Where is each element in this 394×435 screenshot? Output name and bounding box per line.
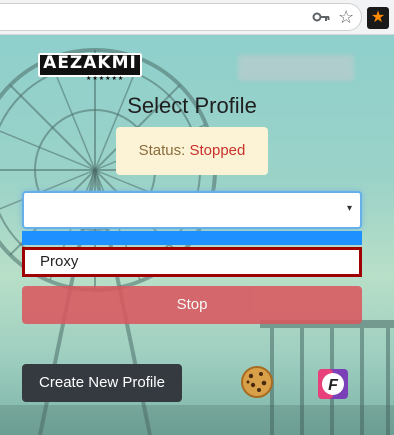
create-profile-button[interactable]: Create New Profile: [22, 364, 182, 402]
logo-stars: ★★★★★★: [86, 76, 125, 82]
blurred-account-info: [238, 55, 354, 81]
extension-star-glyph: ★: [370, 9, 386, 26]
extension-icon[interactable]: ★: [367, 7, 389, 29]
cookie-icon[interactable]: [240, 365, 274, 399]
status-value: Stopped: [189, 142, 246, 159]
dropdown-option-highlighted[interactable]: [22, 231, 362, 245]
f-icon-letter: F: [328, 377, 339, 394]
status-label: Status:: [138, 142, 186, 159]
key-icon[interactable]: [312, 10, 330, 24]
page-title: Select Profile: [127, 93, 257, 118]
status-badge: Status: Stopped: [116, 127, 268, 175]
extension-popup: AEZAKMI ★★★★★★ Select Profile Status: St…: [0, 35, 394, 435]
aezakmi-logo: AEZAKMI: [38, 53, 142, 77]
browser-toolbar: ☆ ★: [0, 0, 394, 35]
stop-button[interactable]: Stop: [22, 286, 362, 324]
dropdown-option-proxy[interactable]: Proxy: [22, 247, 362, 277]
f-letter-icon[interactable]: F: [318, 369, 348, 399]
chevron-down-icon: ▾: [346, 203, 352, 214]
profile-select[interactable]: ▾: [22, 191, 362, 229]
star-icon[interactable]: ☆: [338, 6, 354, 28]
address-bar[interactable]: [0, 3, 362, 31]
